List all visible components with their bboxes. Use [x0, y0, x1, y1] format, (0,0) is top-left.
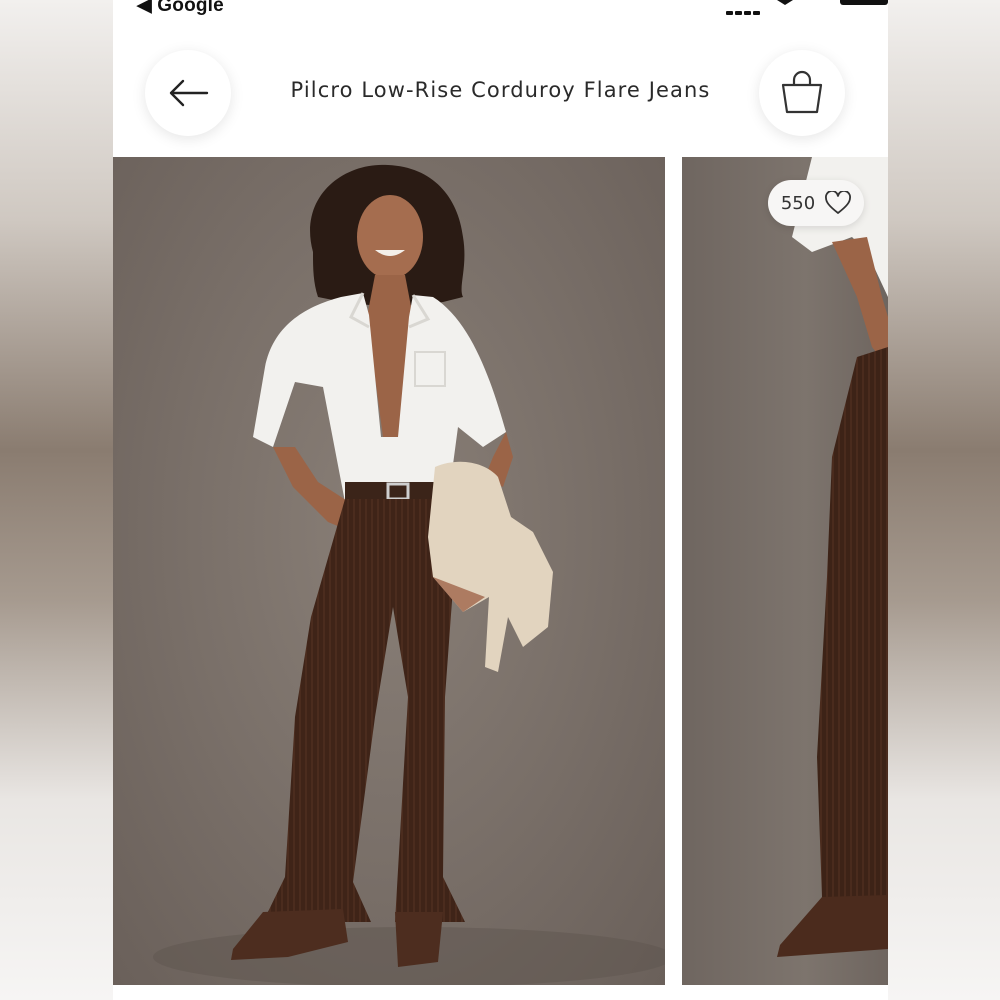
like-button[interactable]: 550: [768, 180, 864, 226]
page-title: Pilcro Low-Rise Corduroy Flare Jeans: [290, 78, 711, 102]
product-image-gallery[interactable]: [113, 157, 888, 987]
model-full-body-image: [153, 164, 665, 985]
arrow-left-icon: [169, 79, 209, 107]
back-to-app-link[interactable]: ◀ Google: [137, 0, 224, 17]
battery-icon: [840, 0, 888, 5]
heart-outline-icon: [825, 191, 852, 214]
back-button[interactable]: [145, 50, 231, 136]
cellular-signal-icon: [726, 0, 766, 15]
product-photo-main[interactable]: [113, 157, 665, 985]
product-header: Pilcro Low-Rise Corduroy Flare Jeans: [113, 36, 888, 154]
product-photo-secondary[interactable]: [682, 157, 888, 985]
like-count: 550: [780, 192, 816, 214]
shopping-bag-icon: [781, 70, 823, 114]
status-bar: ◀ Google: [113, 0, 888, 22]
wifi-icon: [777, 0, 793, 5]
shopping-bag-button[interactable]: [759, 50, 845, 136]
phone-screen: ◀ Google Pilcro Low-Rise Corduroy Flare …: [113, 0, 888, 1000]
model-side-view-image: [777, 157, 888, 957]
